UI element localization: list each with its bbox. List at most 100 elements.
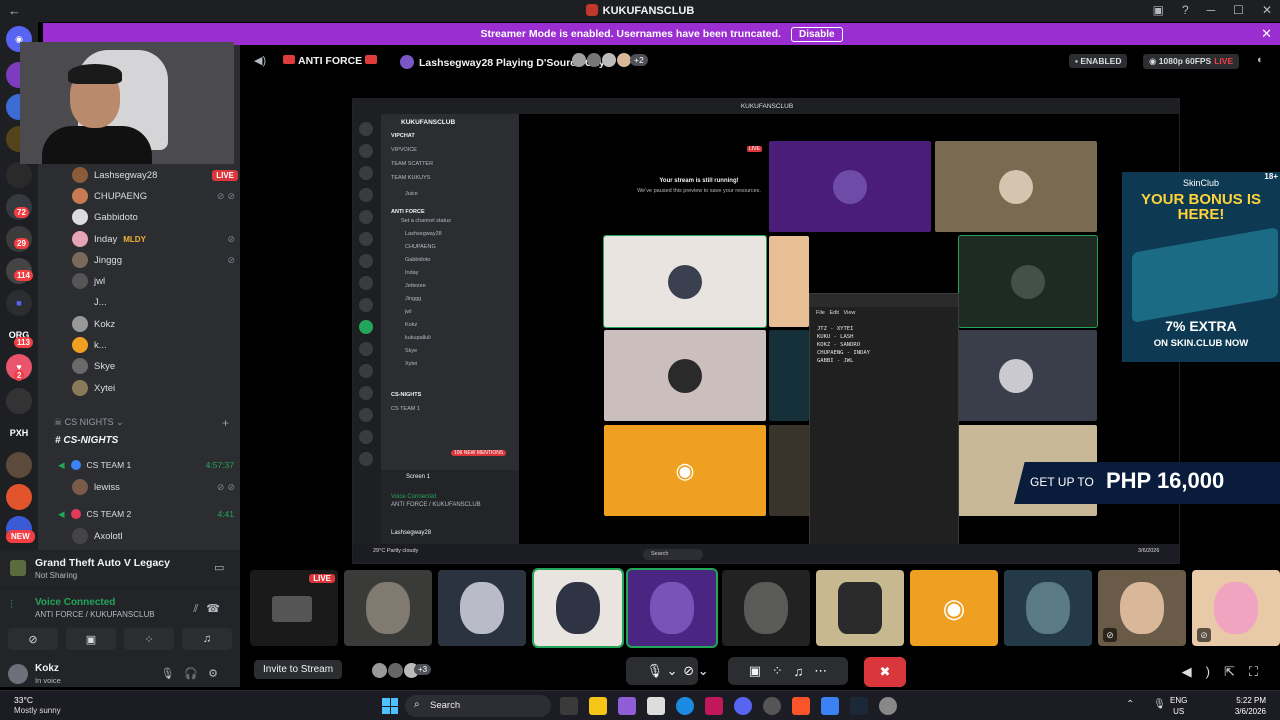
team-dot [70, 509, 81, 519]
soundboard-button[interactable]: ♫ [182, 628, 232, 650]
search-icon: ⌕ [414, 699, 420, 710]
voice-user[interactable]: Lashsegway28 LIVE [72, 165, 238, 185]
stream-quality-badge[interactable]: ◉ 1080p 60FPS LIVE [1143, 54, 1240, 69]
settings-gear-icon[interactable]: ⚙ [208, 668, 228, 680]
server-icon[interactable] [6, 162, 32, 188]
file-explorer-icon[interactable] [589, 697, 607, 715]
video-tile [604, 330, 766, 421]
activities-button[interactable]: ⁘ [124, 628, 174, 650]
camera-toggle[interactable]: ⊘ ⌄ [676, 657, 716, 685]
voice-user[interactable]: Kokz [72, 314, 238, 334]
avatar[interactable] [8, 664, 28, 684]
taskbar-search[interactable]: ⌕ Search [405, 695, 551, 717]
add-channel-icon[interactable]: + [222, 416, 229, 430]
camera-off-button[interactable]: ⊘ [8, 628, 58, 650]
folder-icon[interactable]: ■ [6, 290, 32, 316]
volume-icon[interactable]: ◀) [1182, 664, 1224, 679]
windows-start-icon[interactable] [382, 698, 398, 714]
notepad-icon[interactable] [821, 697, 839, 715]
voice-user[interactable]: Inday MLDY ⊘ [72, 229, 238, 249]
participant-tile[interactable] [626, 568, 718, 648]
disable-button[interactable]: Disable [790, 26, 843, 42]
clock[interactable]: 5:22 PM 3/6/2026 [1235, 695, 1266, 717]
app-icon[interactable] [763, 697, 781, 715]
share-screen-icon[interactable]: ▭ [214, 561, 224, 574]
server-label[interactable]: PXH [6, 420, 32, 446]
voice-user[interactable]: Jinggg ⊘ [72, 250, 238, 270]
edge-icon[interactable] [676, 697, 694, 715]
notepad-window: File Edit View JTZ - XYTEI KUKU - LASH K… [809, 293, 959, 558]
viewer-avatars[interactable] [372, 663, 419, 678]
microphone-icon[interactable]: 🎙 [160, 668, 184, 680]
close-icon[interactable]: ✕ [1261, 26, 1272, 42]
activities-icon[interactable]: ⁘ [772, 663, 783, 679]
voice-user[interactable]: Axolotl [72, 526, 238, 546]
voice-channel-cs-team-1[interactable]: ◀ CS TEAM 1 4:57:37 [58, 457, 234, 473]
promo-banner[interactable]: GET UP TO PHP 16,000 [1014, 462, 1280, 504]
maximize-icon[interactable]: ☐ [1233, 3, 1244, 17]
steam-icon[interactable] [850, 697, 868, 715]
headphones-icon[interactable]: 🎧 [184, 668, 208, 680]
copilot-icon[interactable] [618, 697, 636, 715]
screen-share-button[interactable]: ▣ [66, 628, 116, 650]
settings-icon[interactable] [879, 697, 897, 715]
participant-tile[interactable] [532, 568, 624, 648]
channel-cs-nights[interactable]: # CS-NIGHTS [55, 435, 118, 446]
close-window-icon[interactable]: ✕ [1262, 3, 1272, 17]
voice-user[interactable]: k... [72, 335, 238, 355]
server-icon[interactable] [6, 484, 32, 510]
noise-suppression-icon[interactable]: ⫽ [193, 603, 206, 615]
signal-icon: ⫶ [10, 599, 13, 611]
participant-tile[interactable] [722, 570, 810, 646]
avatar [366, 582, 410, 634]
voice-user[interactable]: Gabbidoto [72, 207, 238, 227]
inner-user: Jinggg [405, 296, 422, 302]
voice-room-name: ANTI FORCE [280, 55, 380, 67]
voice-user[interactable]: CHUPAENG ⊘⊘ [72, 186, 238, 206]
inbox-icon[interactable]: ▣ [1153, 3, 1164, 17]
voice-channel-name[interactable]: ANTI FORCE / KUKUFANSCLUB [35, 610, 155, 619]
invite-to-stream-button[interactable]: Invite to Stream [254, 660, 343, 679]
soundboard-icon[interactable]: ♫ [794, 664, 804, 679]
inner-search: Search [643, 549, 703, 560]
participant-tile[interactable] [1004, 570, 1092, 646]
participant-tile[interactable] [344, 570, 432, 646]
participant-tile[interactable] [816, 570, 904, 646]
skinclub-ad[interactable]: 18+ SkinClub YOUR BONUS IS HERE! 7% EXTR… [1122, 172, 1280, 362]
app-icon[interactable] [705, 697, 723, 715]
help-icon[interactable]: ? [1182, 3, 1189, 17]
participant-tile[interactable] [438, 570, 526, 646]
tray-icons[interactable]: ⌃ 🎙 [1126, 699, 1174, 710]
server-icon[interactable] [6, 388, 32, 414]
more-icon[interactable]: ⋯ [814, 663, 827, 679]
participant-tile[interactable]: ◉ [910, 570, 998, 646]
enabled-badge[interactable]: ▪ ENABLED [1069, 54, 1128, 68]
leave-call-button[interactable]: ✖ [864, 657, 906, 687]
brave-icon[interactable] [792, 697, 810, 715]
store-icon[interactable] [647, 697, 665, 715]
inner-channel: TEAM KUKUYS [391, 175, 431, 181]
discord-icon[interactable] [734, 697, 752, 715]
participant-tile[interactable]: LIVE [250, 570, 338, 646]
server-icon[interactable] [6, 452, 32, 478]
chat-icon[interactable]: ◐ [1257, 54, 1264, 66]
task-view-icon[interactable] [560, 697, 578, 715]
voice-user[interactable]: lewiss ⊘⊘ [72, 477, 238, 497]
voice-user[interactable]: Skye [72, 356, 238, 376]
participant-tile[interactable]: ⊘ [1098, 570, 1186, 646]
voice-channel-cs-team-2[interactable]: ◀ CS TEAM 2 4:41 [58, 506, 234, 522]
fullscreen-icon[interactable]: ⛶ [1249, 664, 1272, 679]
screen-share-icon[interactable]: ▣ [749, 663, 761, 679]
category-cs-nights[interactable]: ☠ CS NIGHTS ⌄ + [54, 416, 229, 430]
voice-user[interactable]: jwl [72, 271, 238, 291]
notepad-titlebar [810, 294, 958, 307]
voice-user[interactable]: J... [72, 292, 238, 312]
language-indicator[interactable]: ENG US [1170, 695, 1187, 717]
viewer-avatars[interactable] [572, 53, 631, 67]
weather-widget[interactable]: 33°C Mostly sunny [14, 695, 61, 716]
voice-user[interactable]: Xytei [72, 378, 238, 398]
popout-icon[interactable]: ⇱ [1224, 664, 1249, 679]
disconnect-icon[interactable]: ☎ [206, 603, 228, 615]
minimize-icon[interactable]: ─ [1207, 3, 1216, 17]
participant-tile[interactable]: ⊘ [1192, 570, 1280, 646]
